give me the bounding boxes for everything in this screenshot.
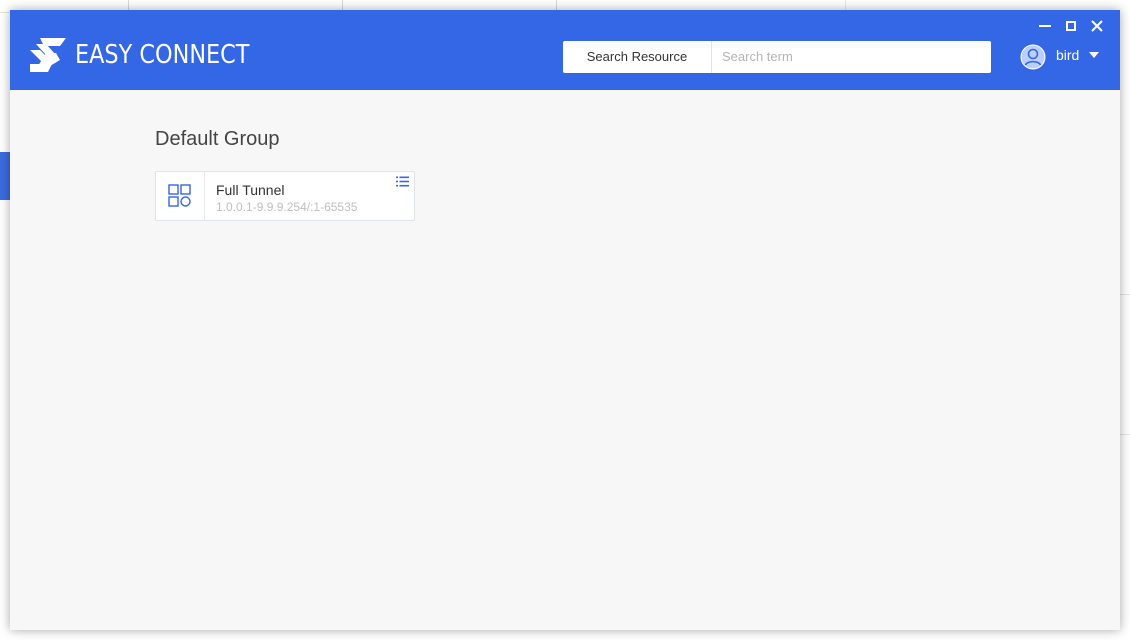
- user-menu[interactable]: bird: [1020, 43, 1100, 71]
- search-input[interactable]: [712, 41, 991, 71]
- minimize-icon[interactable]: [1035, 16, 1055, 36]
- easyconnect-window: EASY CONNECT Search Resource bird Def: [10, 10, 1120, 630]
- background-bottom-strip: [0, 630, 1130, 640]
- app-grid-icon: [168, 184, 191, 207]
- resource-address: 1.0.0.1-9.9.9.254/:1-65535: [216, 200, 358, 214]
- resource-card-full-tunnel[interactable]: Full Tunnel 1.0.0.1-9.9.9.254/:1-65535: [155, 171, 415, 221]
- resource-search-bar: Search Resource: [563, 41, 991, 73]
- maximize-icon[interactable]: [1061, 16, 1081, 36]
- resource-icon-container: [156, 172, 205, 220]
- search-category-button[interactable]: Search Resource: [563, 41, 712, 73]
- caret-down-icon: [1089, 52, 1100, 58]
- app-brand-title: EASY CONNECT: [75, 40, 250, 70]
- header-bar: EASY CONNECT Search Resource bird: [10, 10, 1120, 90]
- background-left-accent: [0, 152, 10, 200]
- easyconnect-s-logo-icon: [30, 38, 66, 72]
- resource-name: Full Tunnel: [216, 182, 285, 198]
- toolbar-separator: [556, 0, 557, 10]
- username-label: bird: [1056, 47, 1080, 63]
- group-title: Default Group: [155, 128, 280, 150]
- close-icon[interactable]: [1087, 16, 1107, 36]
- toolbar-separator: [128, 0, 129, 10]
- list-menu-icon[interactable]: [396, 176, 409, 187]
- user-avatar-icon: [1020, 44, 1046, 70]
- toolbar-separator: [342, 0, 343, 10]
